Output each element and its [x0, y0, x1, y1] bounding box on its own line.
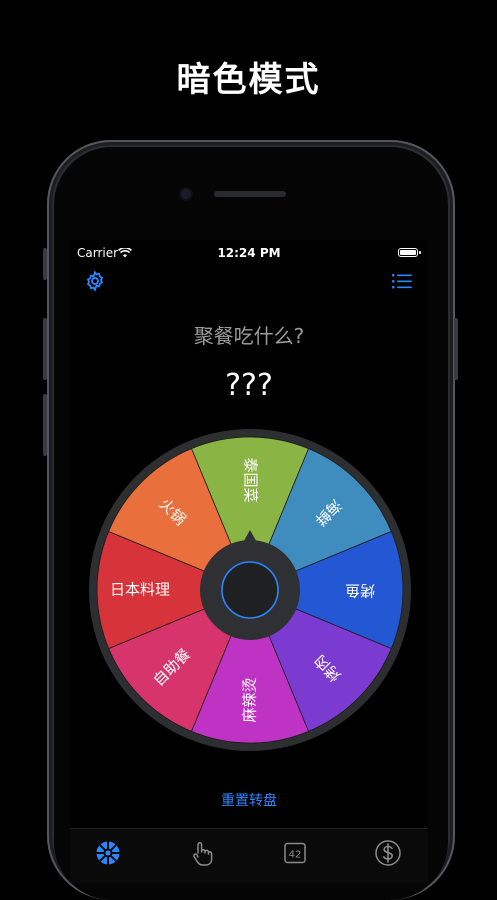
- volume-down-button: [43, 394, 47, 456]
- number-icon-text: 42: [289, 850, 302, 861]
- headline: 暗色模式: [176, 60, 321, 100]
- front-camera: [181, 189, 191, 199]
- wheel-segment-label: 麻辣烫: [241, 677, 259, 722]
- number-icon: 42: [284, 842, 306, 864]
- mute-switch: [43, 248, 47, 280]
- tab-money[interactable]: [374, 839, 404, 869]
- spin-wheel[interactable]: 泰国菜海鲜烤鱼烤肉麻辣烫自助餐日本料理火锅: [89, 429, 411, 751]
- status-bar: Carrier 12:24 PM: [70, 244, 428, 264]
- reset-wheel-button[interactable]: 重置转盘: [70, 790, 428, 810]
- wheel-segment-label: 烤鱼: [345, 582, 375, 600]
- wheel-segment-label: 泰国菜: [242, 457, 260, 502]
- list-icon: [392, 274, 412, 289]
- question-title: 聚餐吃什么?: [193, 324, 305, 348]
- wheel-icon: [96, 841, 120, 865]
- earpiece-speaker: [214, 191, 286, 197]
- wheel-segment-label: 日本料理: [110, 581, 170, 599]
- list-button[interactable]: [392, 272, 412, 294]
- app-screen: Carrier 12:24 PM 聚餐吃什么? ??? 泰国菜 海鲜 烤鱼 烤肉…: [70, 240, 428, 883]
- tab-tap[interactable]: [188, 839, 218, 869]
- settings-button[interactable]: [84, 270, 106, 296]
- tab-bar: 42: [70, 828, 428, 883]
- spin-result: ???: [225, 368, 273, 403]
- dollar-icon: [375, 840, 401, 866]
- volume-up-button: [43, 318, 47, 380]
- power-button: [454, 318, 458, 380]
- gear-icon: [86, 270, 104, 292]
- spin-button[interactable]: [221, 561, 279, 619]
- battery-icon: [398, 248, 421, 257]
- tab-number[interactable]: 42: [281, 839, 311, 869]
- status-time: 12:24 PM: [217, 246, 281, 260]
- tab-wheel[interactable]: [94, 839, 124, 869]
- hand-tap-icon: [193, 841, 213, 866]
